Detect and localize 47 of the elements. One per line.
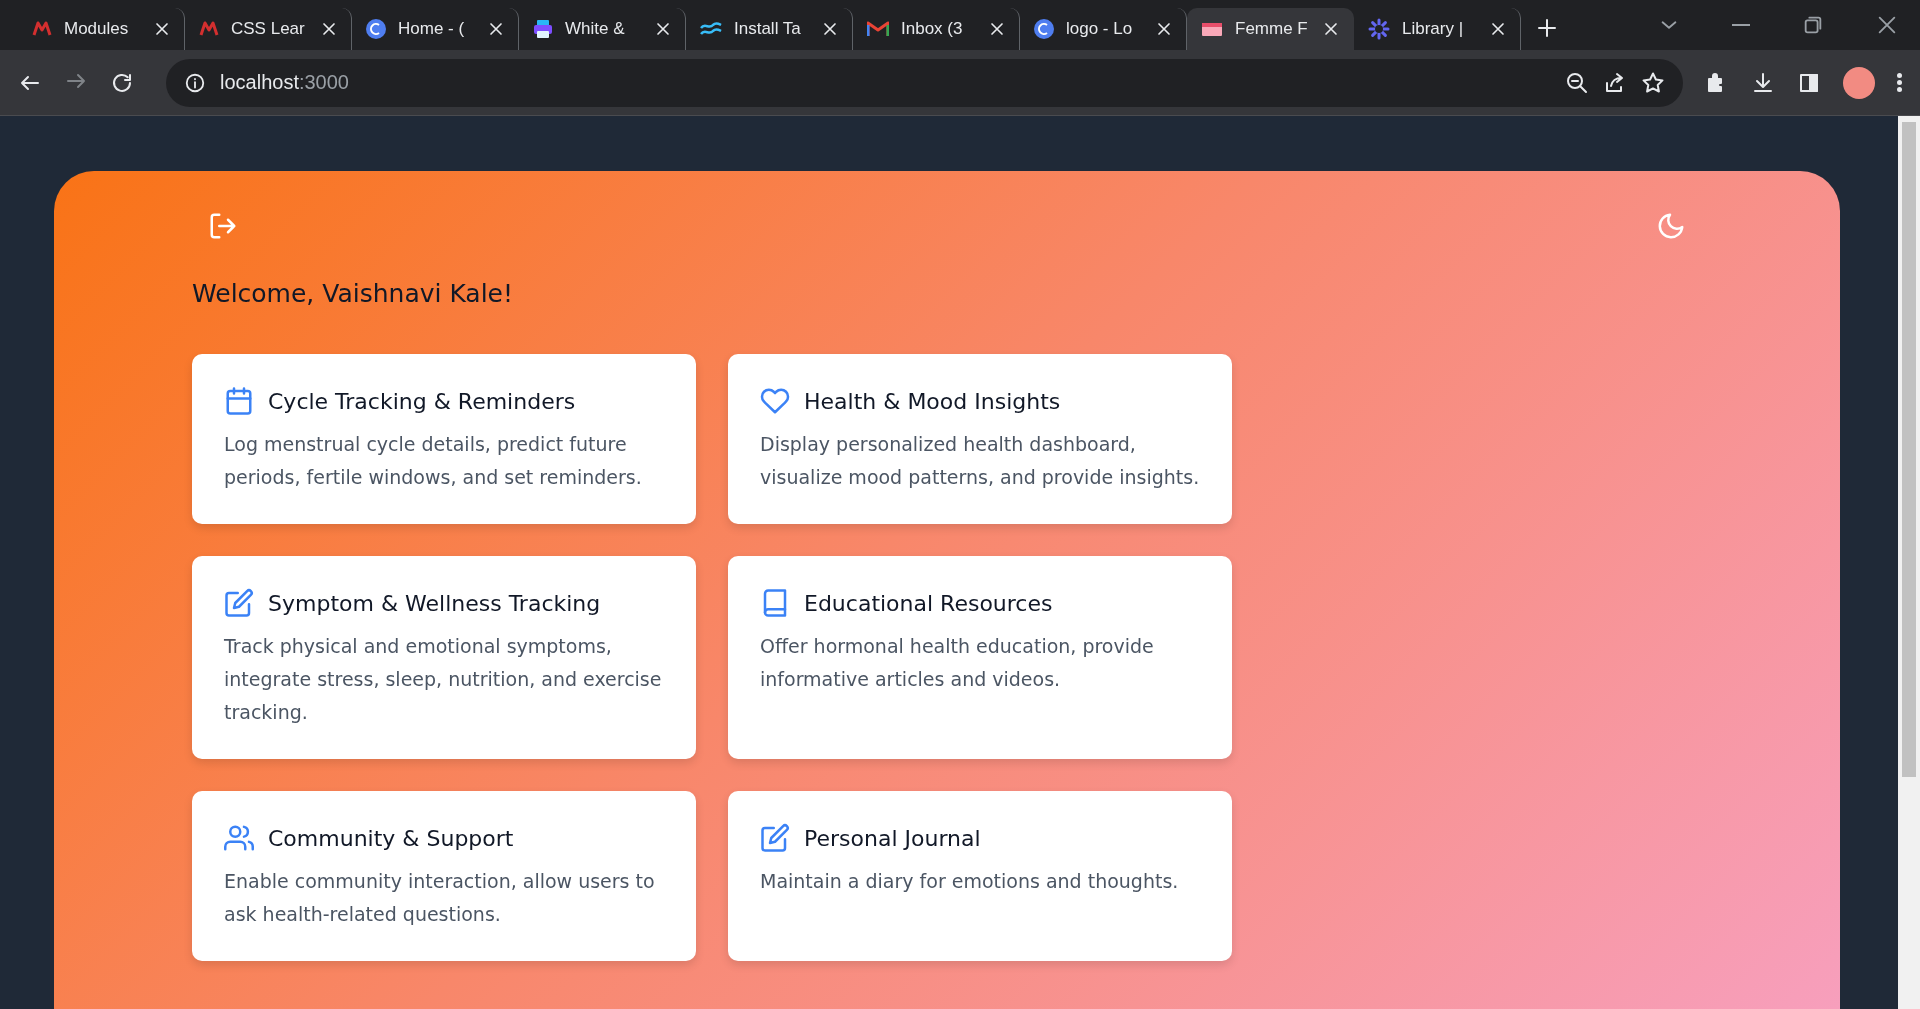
card-description: Display personalized health dashboard, visualize mood patterns, and provide insights. bbox=[760, 432, 1200, 490]
browser-tab[interactable]: Femme F bbox=[1187, 8, 1354, 50]
card-description: Track physical and emotional symptoms, integrate stress, sleep, nutrition, and exercise tracking. bbox=[224, 634, 663, 725]
users-icon bbox=[224, 823, 254, 853]
card-description: Log menstrual cycle details, predict future periods, fertile windows, and set reminders. bbox=[224, 432, 643, 490]
logout-icon bbox=[208, 211, 238, 241]
feature-card[interactable]: Cycle Tracking & Reminders Log menstrual cycle details, predict future periods, fertile windows, and set reminders. bbox=[192, 354, 696, 524]
card-description: Enable community interaction, allow users to ask health-related questions. bbox=[224, 869, 656, 927]
feature-card[interactable]: Community & Support Enable community interaction, allow users to ask health-related questions. bbox=[192, 791, 696, 961]
info-icon bbox=[184, 71, 206, 94]
wave-icon bbox=[700, 22, 722, 36]
star-icon bbox=[1641, 70, 1665, 95]
edit-icon bbox=[224, 588, 254, 618]
theme-toggle-button[interactable] bbox=[1656, 211, 1686, 241]
card-title: Community & Support bbox=[268, 825, 514, 851]
download-icon bbox=[1751, 70, 1775, 95]
zoom-out-icon bbox=[1565, 70, 1589, 95]
mail-icon bbox=[867, 21, 889, 37]
close-icon bbox=[1876, 14, 1898, 36]
edit-icon bbox=[760, 823, 790, 853]
flower-icon bbox=[1368, 18, 1390, 40]
card-description: Maintain a diary for emotions and thoughts. bbox=[760, 869, 1180, 894]
feature-card[interactable]: Educational Resources Offer hormonal health education, provide informative articles and videos. bbox=[728, 556, 1232, 759]
card-description: Offer hormonal health education, provide informative articles and videos. bbox=[760, 634, 1155, 692]
printer-icon bbox=[533, 19, 553, 39]
avatar[interactable] bbox=[1843, 66, 1875, 99]
card-icon bbox=[1201, 21, 1223, 37]
calendar-icon bbox=[224, 386, 254, 416]
heart-icon bbox=[760, 386, 790, 416]
card-title: Cycle Tracking & Reminders bbox=[268, 388, 576, 414]
welcome-heading: Welcome, Vaishnavi Kale! bbox=[192, 279, 515, 308]
restore-icon bbox=[1802, 14, 1824, 36]
scrollbar[interactable] bbox=[1898, 116, 1920, 1009]
more-icon[interactable] bbox=[1897, 73, 1902, 92]
card-title: Personal Journal bbox=[804, 825, 981, 851]
card-title: Symptom & Wellness Tracking bbox=[268, 590, 601, 616]
card-title: Health & Mood Insights bbox=[804, 388, 1061, 414]
logout-button[interactable] bbox=[208, 211, 238, 241]
moon-icon bbox=[1656, 211, 1686, 241]
feature-card[interactable]: Health & Mood Insights Display personalized health dashboard, visualize mood patterns, and provide insights. bbox=[728, 354, 1232, 524]
feature-card[interactable]: Symptom & Wellness Tracking Track physical and emotional symptoms, integrate stress, sleep, nutrition, and exercise tracking. bbox=[192, 556, 696, 759]
address-bar[interactable]: localhost:3000 bbox=[166, 58, 1683, 107]
c-logo-icon bbox=[1034, 19, 1054, 39]
feature-card[interactable]: Personal Journal Maintain a diary for emotions and thoughts. bbox=[728, 791, 1232, 961]
card-title: Educational Resources bbox=[804, 590, 1053, 616]
c-logo-icon bbox=[366, 19, 386, 39]
new-tab-icon bbox=[1535, 16, 1559, 40]
